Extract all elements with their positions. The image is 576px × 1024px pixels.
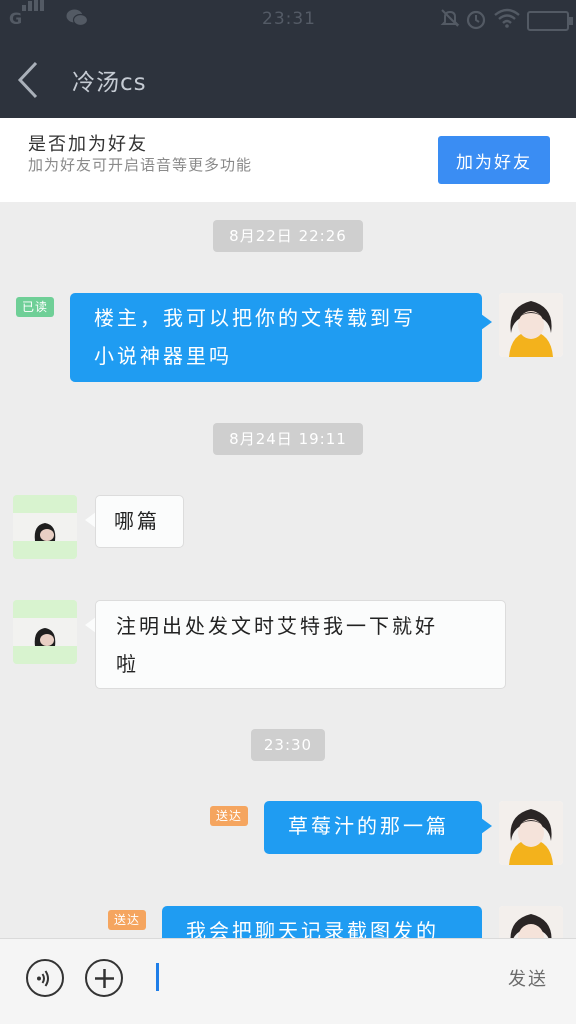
message-line: 哪篇 xyxy=(114,509,160,533)
avatar-photo-icon xyxy=(13,600,77,664)
banner-subtitle: 加为好友可开启语音等更多功能 xyxy=(28,156,253,174)
alarm-icon xyxy=(466,10,486,30)
add-friend-button[interactable]: 加为好友 xyxy=(438,136,550,184)
timestamp: 23:30 xyxy=(251,729,325,761)
banner-title: 是否加为好友 xyxy=(28,134,148,155)
status-bar: G 23:31 xyxy=(0,0,576,38)
timestamp: 8月22日 22:26 xyxy=(213,220,363,252)
avatar-contact[interactable] xyxy=(13,495,77,559)
message-bubble-outgoing[interactable]: 草莓汁的那一篇 xyxy=(264,801,482,854)
bubble-tail xyxy=(481,314,492,330)
mute-icon xyxy=(440,9,460,27)
avatar-me[interactable] xyxy=(499,801,563,865)
message-bubble-incoming[interactable]: 注明出处发文时艾特我一下就好 啦 xyxy=(95,600,506,689)
message-line: 楼主，我可以把你的文转载到写 xyxy=(94,306,416,330)
message-bubble-outgoing[interactable]: 楼主，我可以把你的文转载到写 小说神器里吗 xyxy=(70,293,482,382)
network-type: G xyxy=(9,9,23,28)
read-badge: 已读 xyxy=(16,297,55,317)
back-chevron-icon[interactable] xyxy=(14,60,44,100)
avatar-photo-icon xyxy=(499,293,563,357)
input-bar: 发送 xyxy=(0,938,576,1024)
wifi-icon xyxy=(494,8,520,28)
delivered-badge: 送达 xyxy=(210,806,249,826)
send-button[interactable]: 发送 xyxy=(508,965,548,991)
avatar-contact[interactable] xyxy=(13,600,77,664)
message-bubble-incoming[interactable]: 哪篇 xyxy=(95,495,184,548)
text-input-cursor[interactable] xyxy=(156,963,159,991)
add-friend-banner: 是否加为好友 加为好友可开启语音等更多功能 加为好友 xyxy=(0,118,576,202)
clock: 23:31 xyxy=(262,9,316,29)
timestamp: 8月24日 19:11 xyxy=(213,423,363,455)
delivered-badge: 送达 xyxy=(108,910,147,930)
voice-icon[interactable] xyxy=(26,959,64,997)
battery-icon xyxy=(527,11,573,31)
message-line: 草莓汁的那一篇 xyxy=(288,814,449,838)
nav-bar: 冷汤cs xyxy=(0,38,576,118)
message-line: 啦 xyxy=(116,652,139,676)
avatar-me[interactable] xyxy=(499,293,563,357)
message-line: 注明出处发文时艾特我一下就好 xyxy=(116,614,438,638)
bubble-tail xyxy=(481,818,492,834)
avatar-photo-icon xyxy=(13,495,77,559)
avatar-photo-icon xyxy=(499,801,563,865)
plus-circle-icon[interactable] xyxy=(85,959,123,997)
chat-title: 冷汤cs xyxy=(72,70,147,96)
wechat-icon xyxy=(66,9,88,27)
message-line: 小说神器里吗 xyxy=(94,344,232,368)
